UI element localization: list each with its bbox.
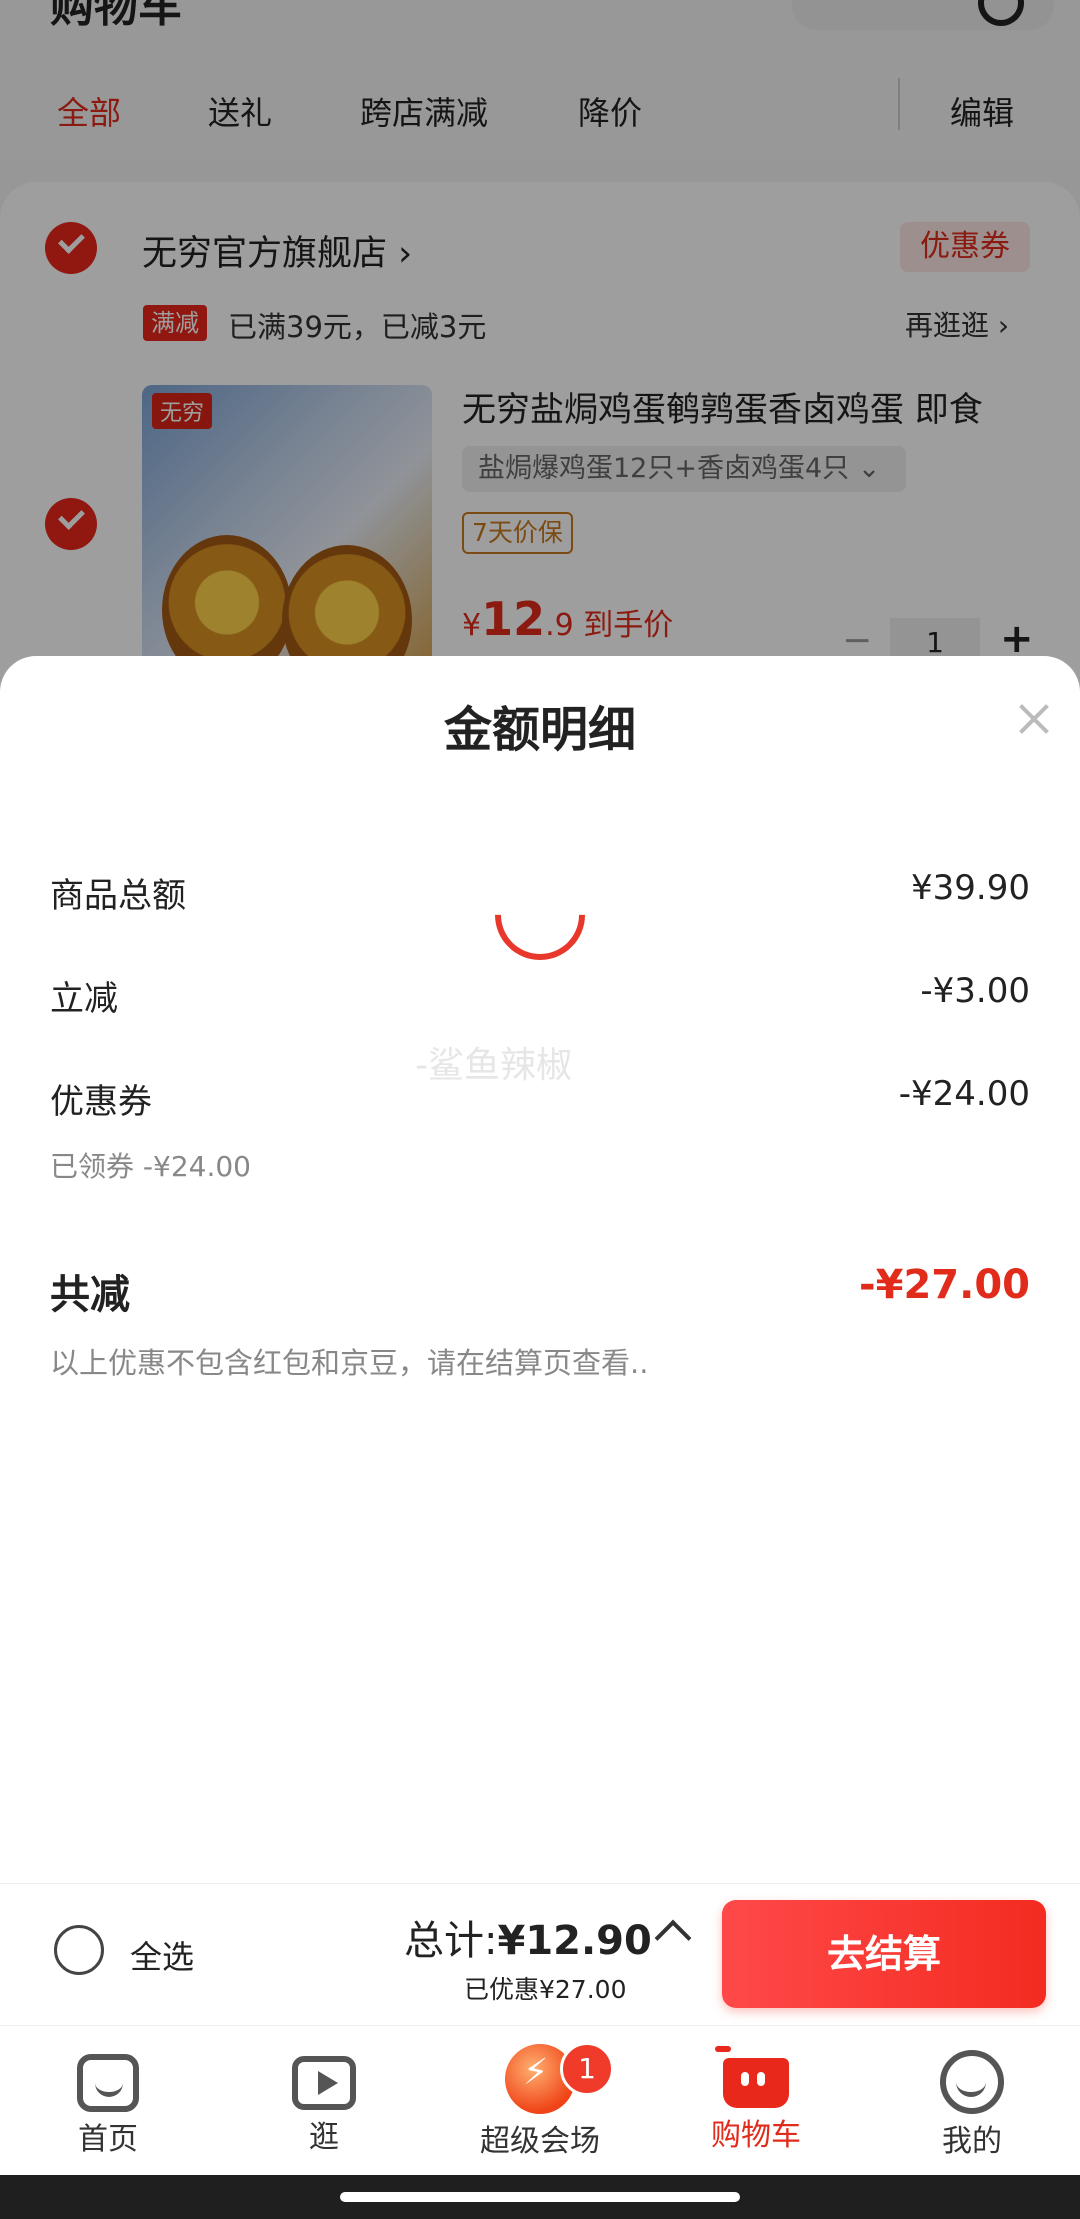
nav-venue-label: 超级会场 [480, 2124, 600, 2159]
watermark: -鲨鱼辣椒 [415, 1045, 572, 1086]
home-icon [77, 2054, 139, 2112]
nav-cart[interactable]: 购物车 [666, 2044, 846, 2154]
notification-badge: 1 [560, 2042, 614, 2096]
goods-total-value: ¥39.90 [911, 868, 1030, 908]
select-all-radio[interactable] [54, 1925, 104, 1975]
total-discount-value: -¥27.00 [859, 1262, 1030, 1308]
saved-amount: 已优惠¥27.00 [464, 1975, 627, 2004]
instant-discount-label: 立减 [50, 979, 118, 1019]
goods-total-label: 商品总额 [50, 876, 186, 916]
cart-icon [715, 2046, 789, 2108]
nav-explore[interactable]: 逛 [234, 2044, 414, 2156]
coupon-sub-label: 已领券 -¥24.00 [50, 1150, 251, 1183]
discount-note: 以上优惠不包含红包和京豆，请在结算页查看.. [50, 1346, 649, 1380]
coupon-label: 优惠券 [50, 1082, 152, 1122]
nav-home-label: 首页 [78, 2122, 138, 2157]
nav-home[interactable]: 首页 [18, 2044, 198, 2158]
instant-discount-value: -¥3.00 [920, 971, 1030, 1011]
total-amount: 总计:¥12.90 [404, 1918, 652, 1964]
close-icon[interactable] [1016, 700, 1052, 736]
video-icon [292, 2056, 356, 2110]
nav-cart-label: 购物车 [711, 2118, 801, 2153]
checkout-button[interactable]: 去结算 [722, 1900, 1046, 2008]
coupon-value: -¥24.00 [898, 1074, 1030, 1114]
home-indicator[interactable] [340, 2192, 740, 2202]
sheet-title: 金额明细 [443, 702, 636, 758]
nav-profile[interactable]: 我的 [882, 2044, 1062, 2160]
profile-icon [940, 2050, 1004, 2114]
select-all-label[interactable]: 全选 [130, 1932, 194, 1978]
nav-profile-label: 我的 [942, 2124, 1002, 2159]
total-discount-label: 共减 [50, 1272, 130, 1318]
nav-explore-label: 逛 [309, 2120, 339, 2155]
